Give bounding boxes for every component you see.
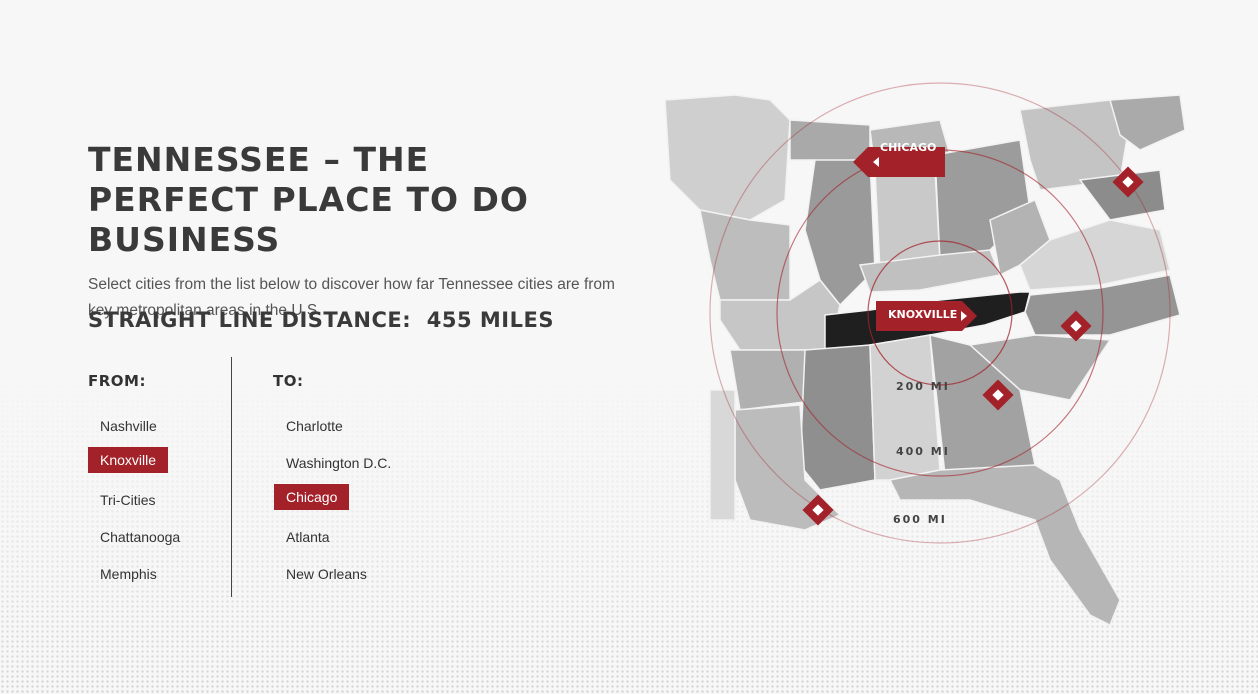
distance-map: CHICAGO KNOXVILLE 200 MI 400 MI 600 MI	[640, 60, 1258, 660]
map-graphic	[664, 82, 1186, 627]
ring-label-400: 400 MI	[896, 445, 950, 458]
distance-value: 455 MILES	[426, 308, 554, 332]
to-city-charlotte[interactable]: Charlotte	[274, 413, 355, 439]
intro-panel: TENNESSEE – THE PERFECT PLACE TO DO BUSI…	[88, 140, 648, 332]
from-city-nashville[interactable]: Nashville	[88, 413, 169, 439]
page-title: TENNESSEE – THE PERFECT PLACE TO DO BUSI…	[88, 140, 529, 259]
ring-label-600: 600 MI	[893, 513, 947, 526]
origin-flag-label: KNOXVILLE	[888, 308, 958, 321]
distance-label: STRAIGHT LINE DISTANCE:	[88, 308, 412, 332]
to-heading: TO:	[273, 372, 304, 390]
from-city-knoxville[interactable]: Knoxville	[88, 447, 169, 473]
state-shape	[888, 464, 1121, 627]
state-shape	[869, 334, 941, 481]
from-city-tri-cities[interactable]: Tri-Cities	[88, 487, 167, 513]
to-city-new-orleans[interactable]: New Orleans	[274, 561, 379, 587]
distance-readout: STRAIGHT LINE DISTANCE: 455 MILES	[88, 308, 554, 332]
to-city-washington-dc[interactable]: Washington D.C.	[274, 450, 403, 476]
ring-label-200: 200 MI	[896, 380, 950, 393]
destination-flag-label: CHICAGO	[880, 141, 937, 154]
from-city-memphis[interactable]: Memphis	[88, 561, 169, 587]
state-shape	[799, 344, 876, 491]
to-city-chicago[interactable]: Chicago	[274, 484, 350, 510]
from-city-chattanooga[interactable]: Chattanooga	[88, 524, 192, 550]
state-shape	[699, 209, 791, 301]
state-shape	[874, 169, 941, 271]
to-city-atlanta[interactable]: Atlanta	[274, 524, 342, 550]
from-heading: FROM:	[88, 372, 146, 390]
column-divider	[231, 357, 232, 597]
